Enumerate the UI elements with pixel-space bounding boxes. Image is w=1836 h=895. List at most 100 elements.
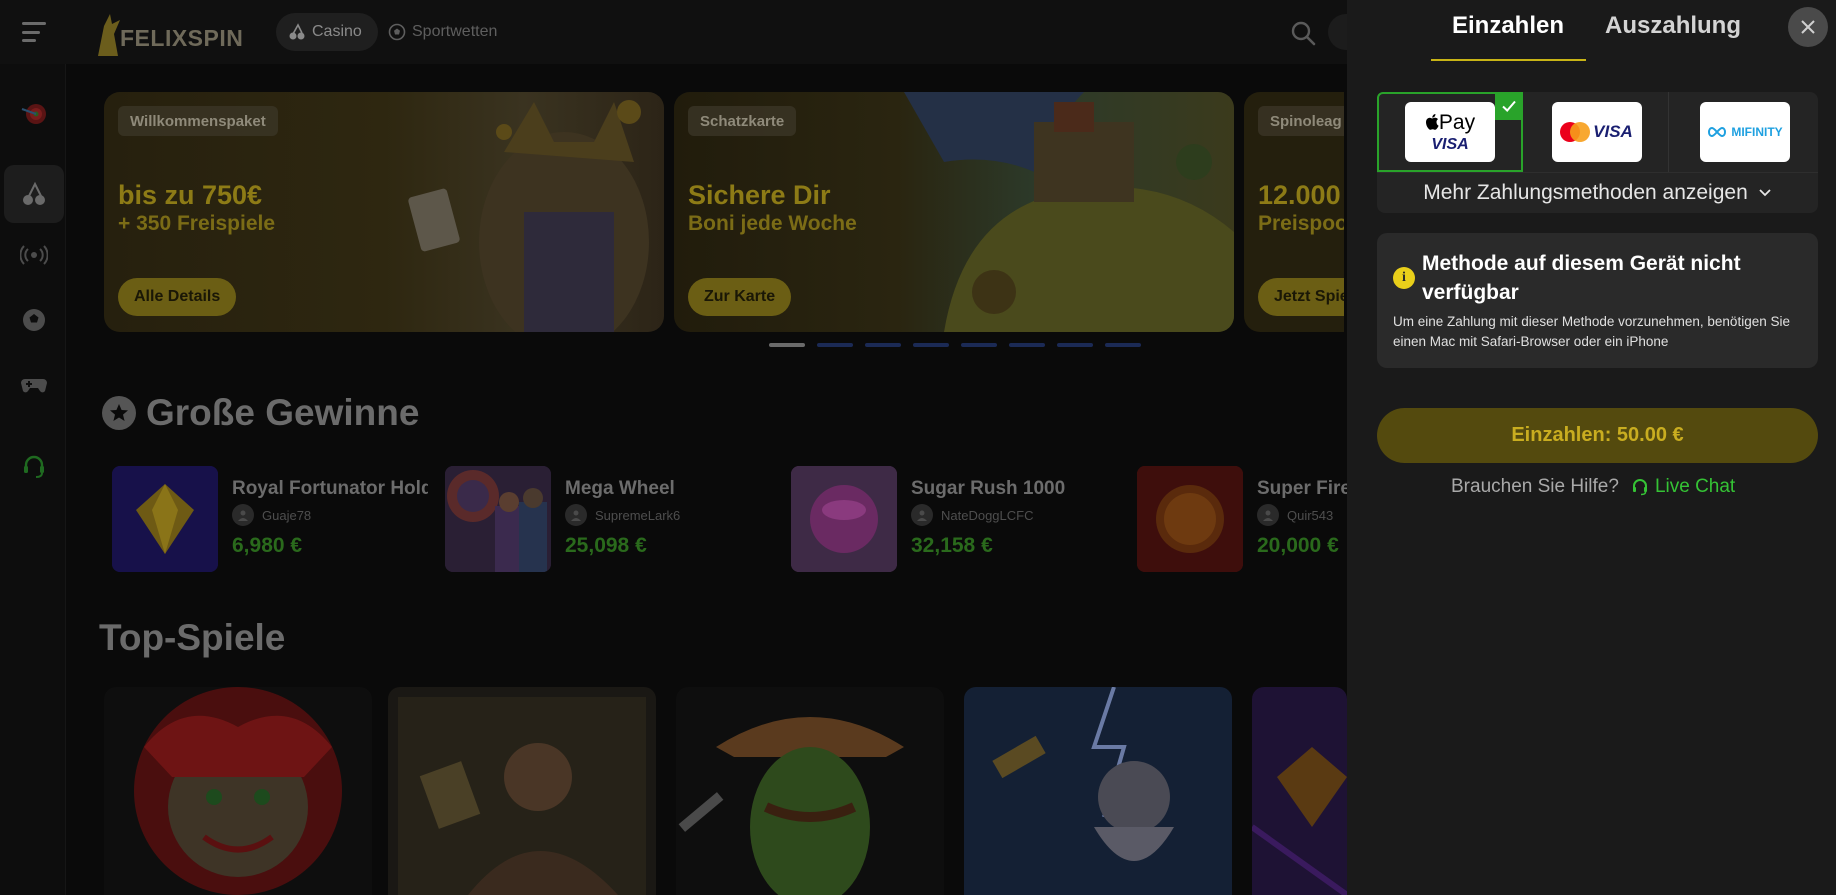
candy-image	[791, 466, 897, 572]
mega-wheel-image	[445, 466, 551, 572]
big-win-card[interactable]: Royal Fortunator Hold Guaje78 6,980 €	[112, 466, 442, 572]
payment-option-apple-pay[interactable]: Pay VISA	[1377, 92, 1523, 172]
win-user: Quir543	[1257, 504, 1333, 526]
unavailable-notice: i Methode auf diesem Gerät nicht verfügb…	[1377, 233, 1818, 368]
carousel-dot[interactable]	[913, 343, 949, 347]
app: FELIXSPIN Casino Sportwetten Willkommens…	[0, 0, 1836, 895]
rail-item-games[interactable]	[4, 355, 64, 413]
banner-tag: Spinoleag	[1258, 106, 1344, 136]
active-tab-indicator	[1431, 59, 1586, 61]
mifinity-label: MIFINITY	[1731, 125, 1783, 139]
banner-map-button[interactable]: Zur Karte	[688, 278, 792, 316]
game-tile[interactable]	[964, 687, 1232, 895]
cactus-cowboy-image	[676, 687, 944, 895]
banner-play-button[interactable]: Jetzt Spie	[1258, 278, 1344, 316]
nav-sports[interactable]: Sportwetten	[388, 13, 497, 51]
apple-pay-mark: Pay	[1425, 111, 1475, 135]
rail-item-promotions[interactable]	[4, 84, 64, 142]
promo-banner-league[interactable]: Spinoleag 12.000 Preispoo Jetzt Spie	[1244, 92, 1344, 332]
logo[interactable]: FELIXSPIN	[94, 8, 243, 56]
user-avatar-icon	[565, 504, 587, 526]
diamond-image	[112, 466, 218, 572]
carousel-dot[interactable]	[961, 343, 997, 347]
payment-option-card[interactable]: VISA	[1525, 92, 1669, 172]
star-icon	[102, 396, 136, 430]
visa-label: VISA	[1593, 122, 1633, 141]
carousel-indicators	[769, 343, 1141, 347]
carousel-dot[interactable]	[1009, 343, 1045, 347]
win-user: Guaje78	[232, 504, 311, 526]
game-tile[interactable]	[1252, 687, 1347, 895]
banner-details-button[interactable]: Alle Details	[118, 278, 237, 316]
close-icon	[1801, 20, 1815, 34]
info-icon: i	[1393, 267, 1415, 289]
top-games-title: Top-Spiele	[99, 617, 286, 658]
user-avatar-icon	[1257, 504, 1279, 526]
carousel-dot[interactable]	[865, 343, 901, 347]
mifinity-logo: MIFINITY	[1699, 102, 1790, 162]
nav-casino[interactable]: Casino	[276, 13, 378, 51]
search-icon[interactable]	[1290, 20, 1316, 46]
promo-banner-treasure-map[interactable]: Schatzkarte Sichere Dir Boni jede Woche …	[674, 92, 1234, 332]
win-amount: 25,098 €	[565, 534, 647, 557]
game-thumbnail	[1137, 466, 1243, 572]
apple-pay-visa-label: VISA	[1431, 135, 1469, 153]
more-payment-methods-label: Mehr Zahlungsmethoden anzeigen	[1423, 181, 1748, 204]
rail-item-casino[interactable]	[4, 165, 64, 223]
promo-banner-welcome[interactable]: Willkommenspaket bis zu 750€ + 350 Freis…	[104, 92, 664, 332]
pharaoh-cat-illustration	[408, 100, 649, 332]
carousel-dot[interactable]	[817, 343, 853, 347]
close-button[interactable]	[1788, 7, 1828, 47]
game-tile[interactable]	[676, 687, 944, 895]
headset-icon	[1632, 479, 1647, 496]
carousel-dot[interactable]	[1105, 343, 1141, 347]
payment-option-mifinity[interactable]: MIFINITY	[1671, 92, 1818, 172]
win-username: Quir543	[1287, 507, 1334, 523]
rail-item-sports[interactable]	[4, 291, 64, 349]
help-row: Brauchen Sie Hilfe? Live Chat	[1451, 475, 1735, 499]
win-amount: 32,158 €	[911, 534, 993, 557]
nav-sports-label: Sportwetten	[412, 23, 498, 40]
win-amount: 20,000 €	[1257, 534, 1339, 557]
menu-icon[interactable]	[22, 22, 46, 42]
game-tile[interactable]	[388, 687, 656, 895]
big-wins-title: Große Gewinne	[146, 392, 420, 433]
win-user: NateDoggLCFC	[911, 504, 1034, 526]
game-thumbnail	[445, 466, 551, 572]
banner-tag: Schatzkarte	[688, 106, 797, 136]
win-game-name: Sugar Rush 1000	[911, 478, 1066, 499]
apple-pay-logo: Pay VISA	[1405, 102, 1495, 162]
carousel-dot[interactable]	[769, 343, 805, 347]
big-win-card[interactable]: Sugar Rush 1000 NateDoggLCFC 32,158 €	[791, 466, 1121, 572]
apple-icon	[1425, 113, 1439, 130]
game-tile[interactable]	[104, 687, 372, 895]
help-question: Brauchen Sie Hilfe?	[1451, 476, 1619, 497]
rail-item-live[interactable]	[4, 226, 64, 284]
tab-deposit[interactable]: Einzahlen	[1452, 12, 1564, 40]
carousel-dot[interactable]	[1057, 343, 1093, 347]
banner-title: Sichere Dir	[688, 180, 831, 210]
rail-item-support[interactable]	[4, 437, 64, 495]
win-username: Guaje78	[262, 507, 312, 523]
gamepad-icon	[21, 379, 47, 393]
headset-icon	[24, 455, 44, 478]
chevron-down-icon	[1759, 189, 1771, 197]
live-chat-link[interactable]: Live Chat	[1631, 476, 1735, 498]
win-username: SupremeLark6	[595, 507, 681, 523]
big-wins-heading: Große Gewinne	[102, 392, 419, 434]
dartboard-icon	[21, 104, 46, 124]
banner-subtitle: Boni jede Woche	[688, 212, 857, 235]
win-amount: 6,980 €	[232, 534, 303, 557]
logo-text: FELIXSPIN	[120, 25, 244, 51]
live-chat-label: Live Chat	[1654, 476, 1736, 497]
selected-check	[1495, 92, 1523, 120]
tab-payout[interactable]: Auszahlung	[1605, 12, 1741, 40]
more-payment-methods-toggle[interactable]: Mehr Zahlungsmethoden anzeigen	[1377, 172, 1818, 213]
notice-title: Methode auf diesem Gerät nicht verfügbar	[1422, 252, 1741, 304]
deposit-button[interactable]: Einzahlen: 50.00 €	[1377, 408, 1818, 463]
gem-game-image	[1252, 687, 1347, 895]
cherry-icon	[289, 23, 305, 40]
felixspin-logo-icon	[98, 14, 120, 56]
banner-title: bis zu 750€	[118, 180, 263, 210]
big-win-card[interactable]: Mega Wheel SupremeLark6 25,098 €	[445, 466, 775, 572]
